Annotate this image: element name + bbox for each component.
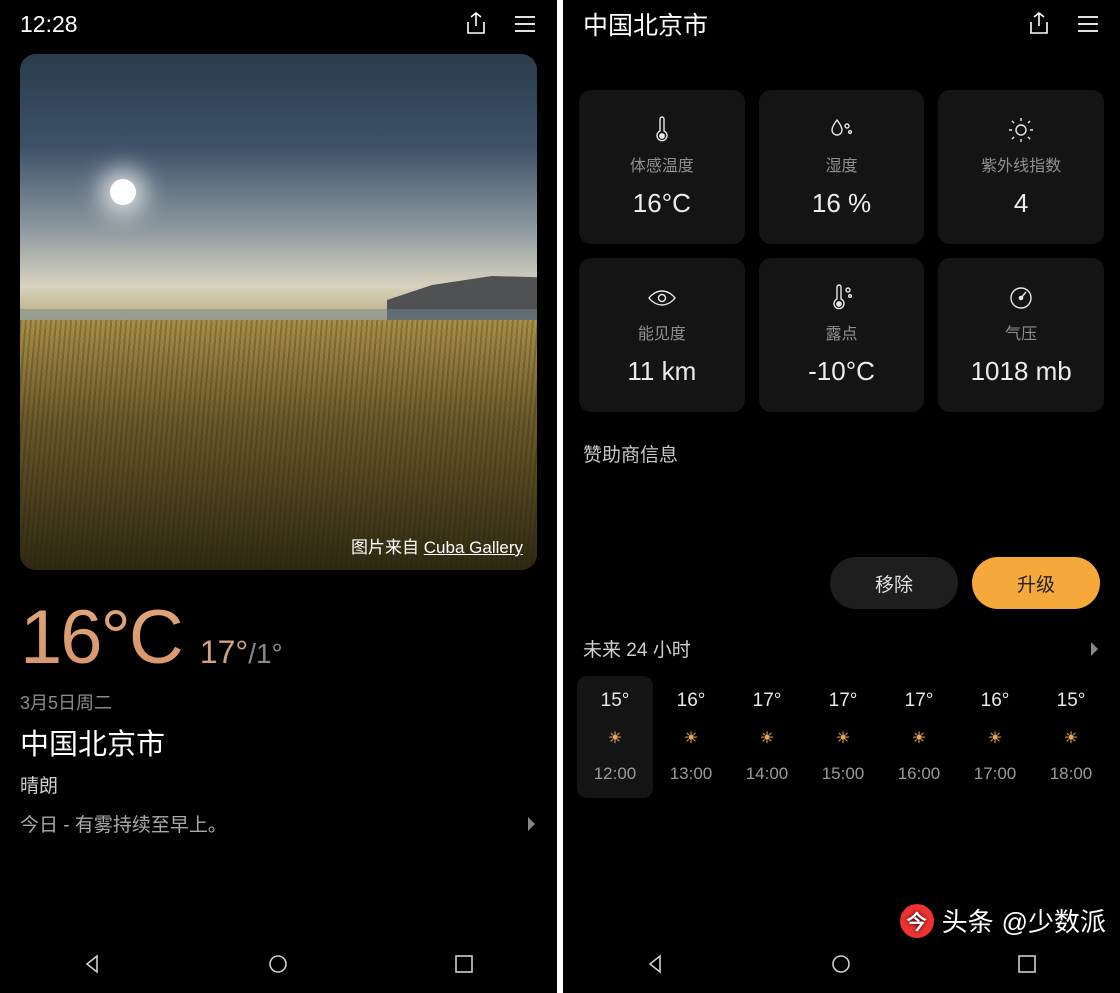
toutiao-logo-icon: 今 (900, 904, 934, 938)
dewpoint-icon (829, 284, 853, 312)
image-credit-link[interactable]: Cuba Gallery (424, 538, 523, 557)
nav-recent-icon[interactable] (1016, 953, 1038, 975)
hour-slot[interactable]: 16° 13:00 (653, 676, 729, 798)
today-summary-row[interactable]: 今日 - 有雾持续至早上。 (0, 810, 557, 837)
watermark: 今 头条 @少数派 (900, 902, 1106, 939)
metric-value: 1018 mb (971, 356, 1072, 387)
metric-value: 11 km (627, 356, 696, 387)
thermometer-icon (652, 116, 672, 144)
hour-temp: 15° (601, 690, 630, 712)
metric-card-eye[interactable]: 能见度 11 km (579, 258, 745, 412)
metric-card-uv[interactable]: 紫外线指数 4 (938, 90, 1104, 244)
page-title: 中国北京市 (583, 6, 708, 42)
hour-time: 14:00 (746, 764, 789, 784)
metric-value: 16 % (812, 188, 871, 219)
share-icon[interactable] (465, 12, 487, 36)
remove-button[interactable]: 移除 (830, 557, 958, 609)
upgrade-button[interactable]: 升级 (972, 557, 1100, 609)
sun-icon (760, 728, 774, 748)
temperature-high: 17° (200, 634, 248, 670)
sun-icon (608, 728, 622, 748)
android-nav-bar (0, 935, 557, 993)
nav-home-icon[interactable] (830, 953, 852, 975)
android-nav-bar (563, 935, 1120, 993)
image-credit: 图片来自 Cuba Gallery (351, 533, 523, 558)
sponsor-label: 赞助商信息 (563, 412, 1120, 467)
metric-cards-grid: 体感温度 16°C 湿度 16 % 紫外线指数 4 能见度 11 km 露点 -10°C 气压 101… (563, 48, 1120, 412)
status-bar: 12:28 (0, 0, 557, 48)
chevron-right-icon (527, 816, 537, 832)
temperature-low: 1° (256, 638, 283, 669)
date-label: 3月5日周二 (20, 689, 537, 715)
menu-icon[interactable] (1076, 14, 1100, 34)
hour-slot[interactable]: 17° 16:00 (881, 676, 957, 798)
next-24h-header[interactable]: 未来 24 小时 (563, 609, 1120, 662)
nav-back-icon[interactable] (645, 953, 667, 975)
metric-label: 紫外线指数 (981, 152, 1061, 176)
sun-icon (836, 728, 850, 748)
metric-card-dewpoint[interactable]: 露点 -10°C (759, 258, 925, 412)
hour-slot[interactable]: 17° 15:00 (805, 676, 881, 798)
metric-label: 能见度 (638, 320, 686, 344)
gauge-icon (1008, 284, 1034, 312)
location-label: 中国北京市 (20, 721, 537, 763)
metric-value: -10°C (808, 356, 875, 387)
title-bar: 中国北京市 (563, 0, 1120, 48)
metric-card-humidity[interactable]: 湿度 16 % (759, 90, 925, 244)
hour-time: 17:00 (974, 764, 1017, 784)
hour-temp: 17° (829, 690, 858, 712)
metric-label: 气压 (1005, 320, 1037, 344)
nav-recent-icon[interactable] (453, 953, 475, 975)
hour-time: 16:00 (898, 764, 941, 784)
hour-time: 12:00 (594, 764, 637, 784)
next-24h-title: 未来 24 小时 (583, 635, 691, 662)
hour-temp: 16° (677, 690, 706, 712)
humidity-icon (828, 116, 854, 144)
nav-home-icon[interactable] (267, 953, 289, 975)
weather-app-main-screen: 12:28 图片来自 Cuba Gallery 16°C 17°/1° (0, 0, 557, 993)
hour-temp: 16° (981, 690, 1010, 712)
sun-icon (1064, 728, 1078, 748)
hour-temp: 17° (905, 690, 934, 712)
metric-value: 16°C (633, 188, 691, 219)
metric-label: 湿度 (825, 152, 857, 176)
hourly-forecast-row[interactable]: 15° 12:00 16° 13:00 17° 14:00 17° 15:00 17° 16:00… (563, 662, 1120, 798)
metric-value: 4 (1014, 188, 1028, 219)
temperature-current: 16°C (20, 594, 182, 681)
eye-icon (647, 284, 677, 312)
status-time: 12:28 (20, 11, 78, 38)
sun-icon (912, 728, 926, 748)
hour-slot[interactable]: 16° 17:00 (957, 676, 1033, 798)
share-icon[interactable] (1028, 12, 1050, 36)
hour-temp: 15° (1057, 690, 1086, 712)
weather-image: 图片来自 Cuba Gallery (20, 54, 537, 570)
today-summary-text: 今日 - 有雾持续至早上。 (20, 810, 227, 837)
hour-slot[interactable]: 15° 18:00 (1033, 676, 1109, 798)
hour-time: 18:00 (1050, 764, 1093, 784)
nav-back-icon[interactable] (82, 953, 104, 975)
metric-label: 露点 (825, 320, 857, 344)
weather-app-detail-screen: 中国北京市 体感温度 16°C 湿度 16 % 紫外线指数 4 能见度 11 km 露点 -10°… (563, 0, 1120, 993)
condition-label: 晴朗 (20, 771, 537, 798)
sun-icon (684, 728, 698, 748)
chevron-right-icon (1090, 641, 1100, 657)
metric-card-thermometer[interactable]: 体感温度 16°C (579, 90, 745, 244)
temperature-block: 16°C 17°/1° (0, 570, 557, 683)
sun-icon (988, 728, 1002, 748)
hour-time: 15:00 (822, 764, 865, 784)
menu-icon[interactable] (513, 14, 537, 34)
uv-icon (1007, 116, 1035, 144)
metric-card-gauge[interactable]: 气压 1018 mb (938, 258, 1104, 412)
hour-slot[interactable]: 15° 12:00 (577, 676, 653, 798)
hour-slot[interactable]: 17° 14:00 (729, 676, 805, 798)
hour-temp: 17° (753, 690, 782, 712)
hour-time: 13:00 (670, 764, 713, 784)
metric-label: 体感温度 (630, 152, 694, 176)
